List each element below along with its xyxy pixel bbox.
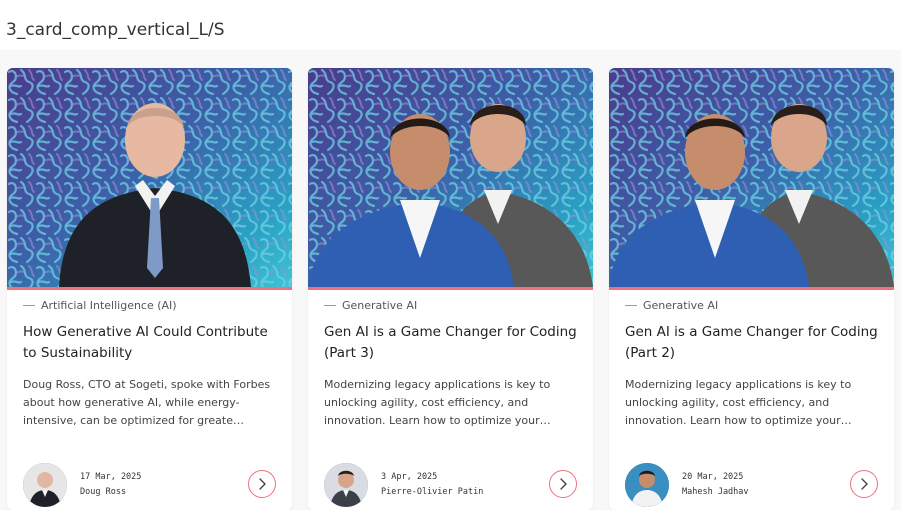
article-card[interactable]: Generative AI Gen AI is a Game Changer f… — [609, 68, 894, 510]
article-card[interactable]: Artificial Intelligence (AI) How Generat… — [7, 68, 292, 510]
card-excerpt: Modernizing legacy applications is key t… — [625, 378, 852, 427]
card-meta: 3 Apr, 2025 Pierre-Olivier Patin — [324, 462, 577, 508]
category-label: Artificial Intelligence (AI) — [41, 298, 177, 312]
card-hero-image[interactable] — [308, 68, 593, 287]
page-title: 3_card_comp_vertical_L/S — [6, 20, 225, 40]
article-card[interactable]: Generative AI Gen AI is a Game Changer f… — [308, 68, 593, 510]
author-name: Mahesh Jadhav — [682, 487, 749, 497]
tag-line-decoration — [23, 304, 35, 306]
card-accent-bar — [7, 287, 292, 290]
tag-line-decoration — [324, 304, 336, 306]
card-hero-image[interactable] — [609, 68, 894, 287]
card-meta: 20 Mar, 2025 Mahesh Jadhav — [625, 462, 878, 508]
author-avatar — [324, 463, 368, 507]
card-grid: Artificial Intelligence (AI) How Generat… — [0, 50, 901, 510]
card-excerpt: Doug Ross, CTO at Sogeti, spoke with For… — [23, 378, 271, 427]
tag-line-decoration — [625, 304, 637, 306]
chevron-right-icon — [560, 478, 567, 490]
author-name: Pierre-Olivier Patin — [381, 487, 484, 497]
read-more-button[interactable] — [248, 470, 276, 498]
card-accent-bar — [609, 287, 894, 290]
category-label: Generative AI — [342, 298, 418, 312]
publish-date: 3 Apr, 2025 — [381, 472, 438, 482]
author-name: Doug Ross — [80, 487, 127, 497]
author-avatar — [23, 463, 67, 507]
category-tag: Artificial Intelligence (AI) — [23, 298, 278, 312]
publish-date: 17 Mar, 2025 — [80, 472, 142, 482]
chevron-right-icon — [861, 478, 868, 490]
card-hero-image[interactable] — [7, 68, 292, 287]
category-label: Generative AI — [643, 298, 719, 312]
card-title[interactable]: Gen AI is a Game Changer for Coding (Par… — [324, 322, 579, 364]
read-more-button[interactable] — [549, 470, 577, 498]
card-meta: 17 Mar, 2025 Doug Ross — [23, 462, 276, 508]
category-tag: Generative AI — [625, 298, 880, 312]
publish-date: 20 Mar, 2025 — [682, 472, 744, 482]
card-excerpt: Modernizing legacy applications is key t… — [324, 378, 551, 427]
author-avatar — [625, 463, 669, 507]
category-tag: Generative AI — [324, 298, 579, 312]
card-title[interactable]: How Generative AI Could Contribute to Su… — [23, 322, 278, 364]
card-title[interactable]: Gen AI is a Game Changer for Coding (Par… — [625, 322, 880, 364]
read-more-button[interactable] — [850, 470, 878, 498]
card-accent-bar — [308, 287, 593, 290]
chevron-right-icon — [259, 478, 266, 490]
